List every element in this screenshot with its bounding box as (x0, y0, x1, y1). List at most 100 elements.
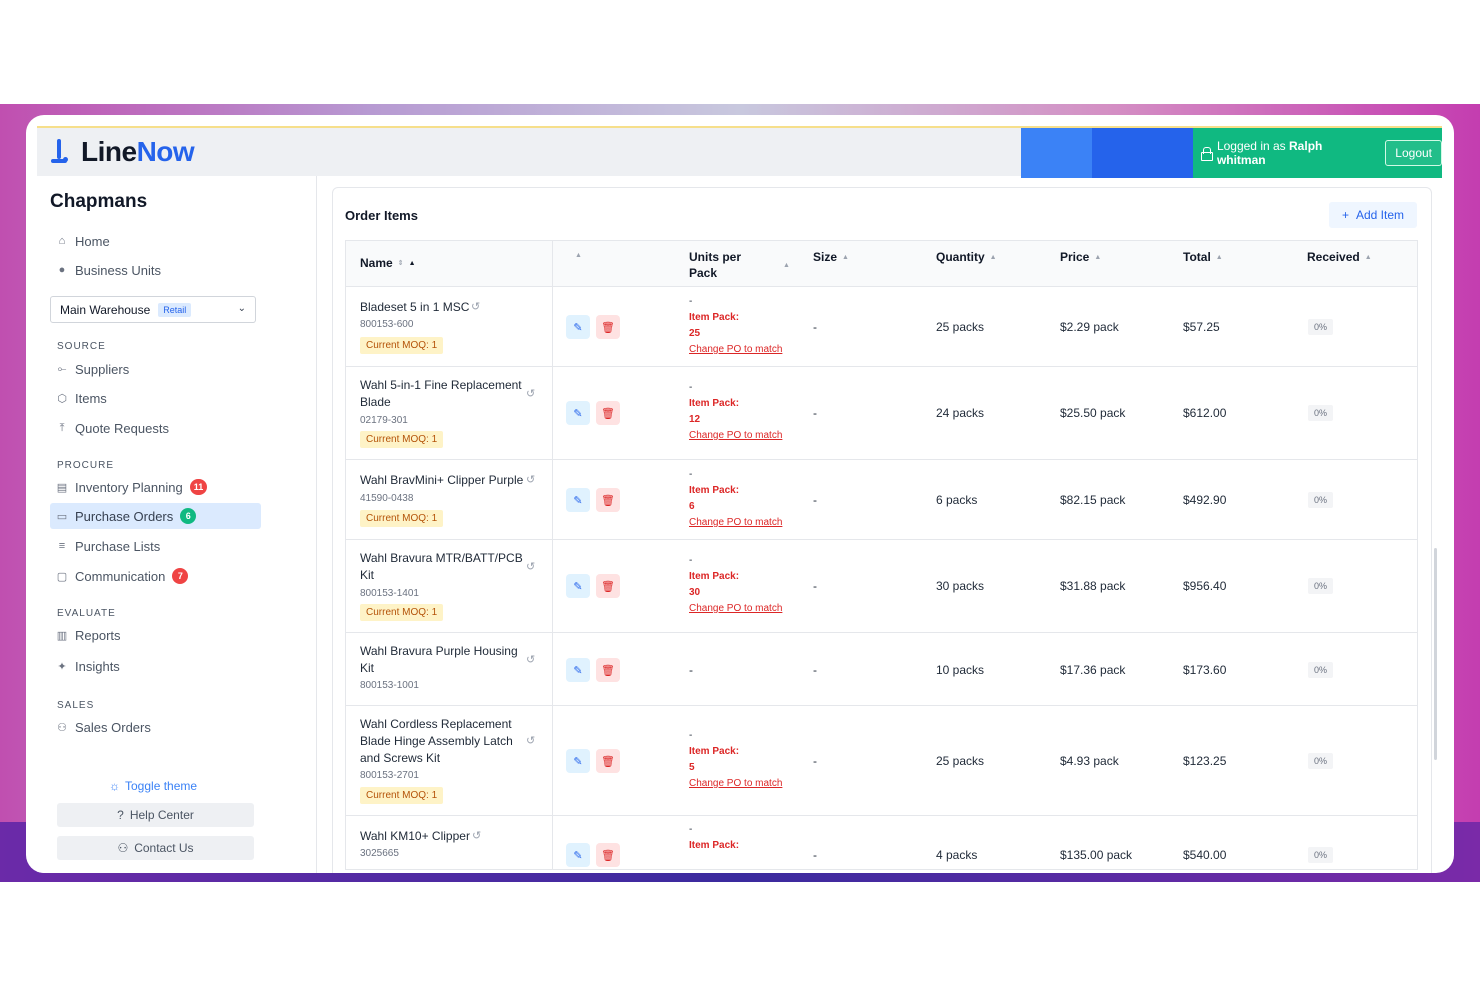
moq-badge: Current MOQ: 1 (360, 431, 444, 448)
edit-button[interactable]: ✎ (566, 843, 590, 867)
edit-button[interactable]: ✎ (566, 401, 590, 425)
item-name[interactable]: Wahl Bravura Purple Housing Kit (360, 643, 525, 677)
item-name[interactable]: Bladeset 5 in 1 MSC (360, 299, 525, 316)
total-cell: $57.25 (1183, 320, 1220, 334)
item-name[interactable]: Wahl Bravura MTR/BATT/PCB Kit (360, 550, 525, 584)
units-per-pack: - Item Pack: 25 Change PO to match (689, 294, 782, 358)
edit-button[interactable]: ✎ (566, 488, 590, 512)
help-center-button[interactable]: ? Help Center (57, 803, 254, 827)
change-po-link[interactable]: Change PO to match (689, 601, 782, 617)
item-sku: 41590-0438 (360, 493, 414, 504)
quantity-cell: 25 packs (936, 754, 985, 768)
history-icon[interactable]: ↺ (526, 387, 535, 400)
trash-icon: 🗑 (601, 407, 615, 420)
col-quantity[interactable]: Quantity ▲ (936, 249, 997, 266)
item-name[interactable]: Wahl BravMini+ Clipper Purple (360, 472, 525, 489)
received-badge: 0% (1308, 753, 1334, 769)
warehouse-name: Main Warehouse (60, 302, 151, 317)
history-icon[interactable]: ↺ (471, 300, 480, 313)
units-per-pack: - (689, 663, 693, 677)
table-row[interactable]: Wahl Bravura MTR/BATT/PCB Kit ↺ 800153-1… (346, 540, 1417, 633)
home-icon: ⌂ (58, 235, 66, 247)
edit-button[interactable]: ✎ (566, 574, 590, 598)
price-cell: $2.29 pack (1060, 320, 1119, 334)
quantity-cell: 10 packs (936, 663, 985, 677)
history-icon[interactable]: ↺ (526, 560, 535, 573)
units-per-pack: - Item Pack: 30 Change PO to match (689, 553, 782, 617)
delete-button[interactable]: 🗑 (596, 658, 620, 682)
nav-communication[interactable]: ▢ Communication 7 (50, 563, 261, 589)
suppliers-icon: ⟜ (57, 362, 67, 375)
insights-icon: ✦ (57, 660, 67, 673)
nav-purchase-lists[interactable]: ≡ Purchase Lists (50, 533, 261, 559)
table-row[interactable]: Wahl KM10+ Clipper ↺ 3025665 ✎ 🗑 - Item … (346, 816, 1417, 869)
edit-button[interactable]: ✎ (566, 749, 590, 773)
nav-purchase-orders[interactable]: ▭ Purchase Orders 6 (50, 503, 261, 529)
history-icon[interactable]: ↺ (526, 653, 535, 666)
table-row[interactable]: Wahl Bravura Purple Housing Kit ↺ 800153… (346, 633, 1417, 706)
size-cell: - (813, 663, 817, 677)
sort-icon: ▲ (1215, 253, 1223, 261)
warehouse-select[interactable]: Main Warehouse Retail ⌄ (50, 296, 256, 323)
table-row[interactable]: Wahl Cordless Replacement Blade Hinge As… (346, 706, 1417, 816)
quantity-cell: 4 packs (936, 848, 978, 862)
toggle-theme-button[interactable]: ☼ Toggle theme (109, 779, 197, 793)
change-po-link[interactable]: Change PO to match (689, 428, 782, 444)
pencil-icon: ✎ (573, 849, 583, 862)
col-price[interactable]: Price ▲ (1060, 249, 1101, 266)
delete-button[interactable]: 🗑 (596, 749, 620, 773)
table-row[interactable]: Bladeset 5 in 1 MSC ↺ 800153-600 Current… (346, 287, 1417, 367)
table-row[interactable]: Wahl BravMini+ Clipper Purple ↺ 41590-04… (346, 460, 1417, 540)
nav-items[interactable]: ⬡ Items (50, 385, 261, 411)
change-po-link[interactable]: Change PO to match (689, 342, 782, 358)
edit-button[interactable]: ✎ (566, 658, 590, 682)
header-block-dark (1092, 128, 1193, 178)
history-icon[interactable]: ↺ (526, 734, 535, 747)
col-units-per-pack[interactable]: Units per Pack (689, 249, 741, 281)
linenow-logo[interactable]: LineNow (49, 136, 195, 168)
nav-inventory-planning[interactable]: ▤ Inventory Planning 11 (50, 474, 261, 500)
col-total[interactable]: Total ▲ (1183, 249, 1223, 266)
trash-icon: 🗑 (601, 849, 615, 862)
section-sales: SALES (57, 700, 95, 711)
nav-sales-orders[interactable]: ⚇ Sales Orders (50, 714, 261, 740)
delete-button[interactable]: 🗑 (596, 401, 620, 425)
item-sku: 800153-2701 (360, 770, 419, 781)
history-icon[interactable]: ↺ (472, 829, 481, 842)
change-po-link[interactable]: Change PO to match (689, 776, 782, 792)
trash-icon: 🗑 (601, 755, 615, 768)
delete-button[interactable]: 🗑 (596, 488, 620, 512)
delete-button[interactable]: 🗑 (596, 574, 620, 598)
org-name: Chapmans (50, 191, 148, 212)
nav-business-units[interactable]: ● Business Units (50, 257, 261, 283)
total-cell: $956.40 (1183, 579, 1227, 593)
nav-reports[interactable]: ▥ Reports (50, 622, 261, 648)
app-window: LineNow Logged in as Ralph whitman Logou… (26, 115, 1454, 873)
nav-quote-requests[interactable]: ⤒ Quote Requests (50, 415, 261, 441)
reports-icon: ▥ (56, 629, 68, 642)
item-name[interactable]: Wahl 5-in-1 Fine Replacement Blade (360, 377, 525, 411)
vertical-scrollbar[interactable] (1434, 548, 1437, 760)
nav-home[interactable]: ⌂ Home (50, 228, 261, 254)
history-icon[interactable]: ↺ (526, 473, 535, 486)
delete-button[interactable]: 🗑 (596, 843, 620, 867)
contact-us-button[interactable]: ⚇ Contact Us (57, 836, 254, 860)
moq-badge: Current MOQ: 1 (360, 787, 444, 804)
col-received[interactable]: Received ▲ (1307, 249, 1372, 266)
items-icon: ⬡ (57, 392, 67, 405)
change-po-link[interactable]: Change PO to match (689, 515, 782, 531)
col-name[interactable]: Name ⇕ ▲ (360, 255, 416, 272)
moq-badge: Current MOQ: 1 (360, 337, 444, 354)
item-name[interactable]: Wahl Cordless Replacement Blade Hinge As… (360, 716, 525, 767)
nav-suppliers[interactable]: ⟜ Suppliers (50, 356, 261, 382)
delete-button[interactable]: 🗑 (596, 315, 620, 339)
trash-icon: 🗑 (601, 494, 615, 507)
add-item-button[interactable]: + Add Item (1329, 202, 1417, 228)
table-row[interactable]: Wahl 5-in-1 Fine Replacement Blade ↺ 021… (346, 367, 1417, 460)
item-name[interactable]: Wahl KM10+ Clipper (360, 828, 525, 845)
col-size[interactable]: Size ▲ (813, 249, 849, 266)
quote-requests-icon: ⤒ (59, 421, 65, 434)
edit-button[interactable]: ✎ (566, 315, 590, 339)
logout-button[interactable]: Logout (1385, 140, 1442, 166)
nav-insights[interactable]: ✦ Insights (50, 653, 261, 679)
